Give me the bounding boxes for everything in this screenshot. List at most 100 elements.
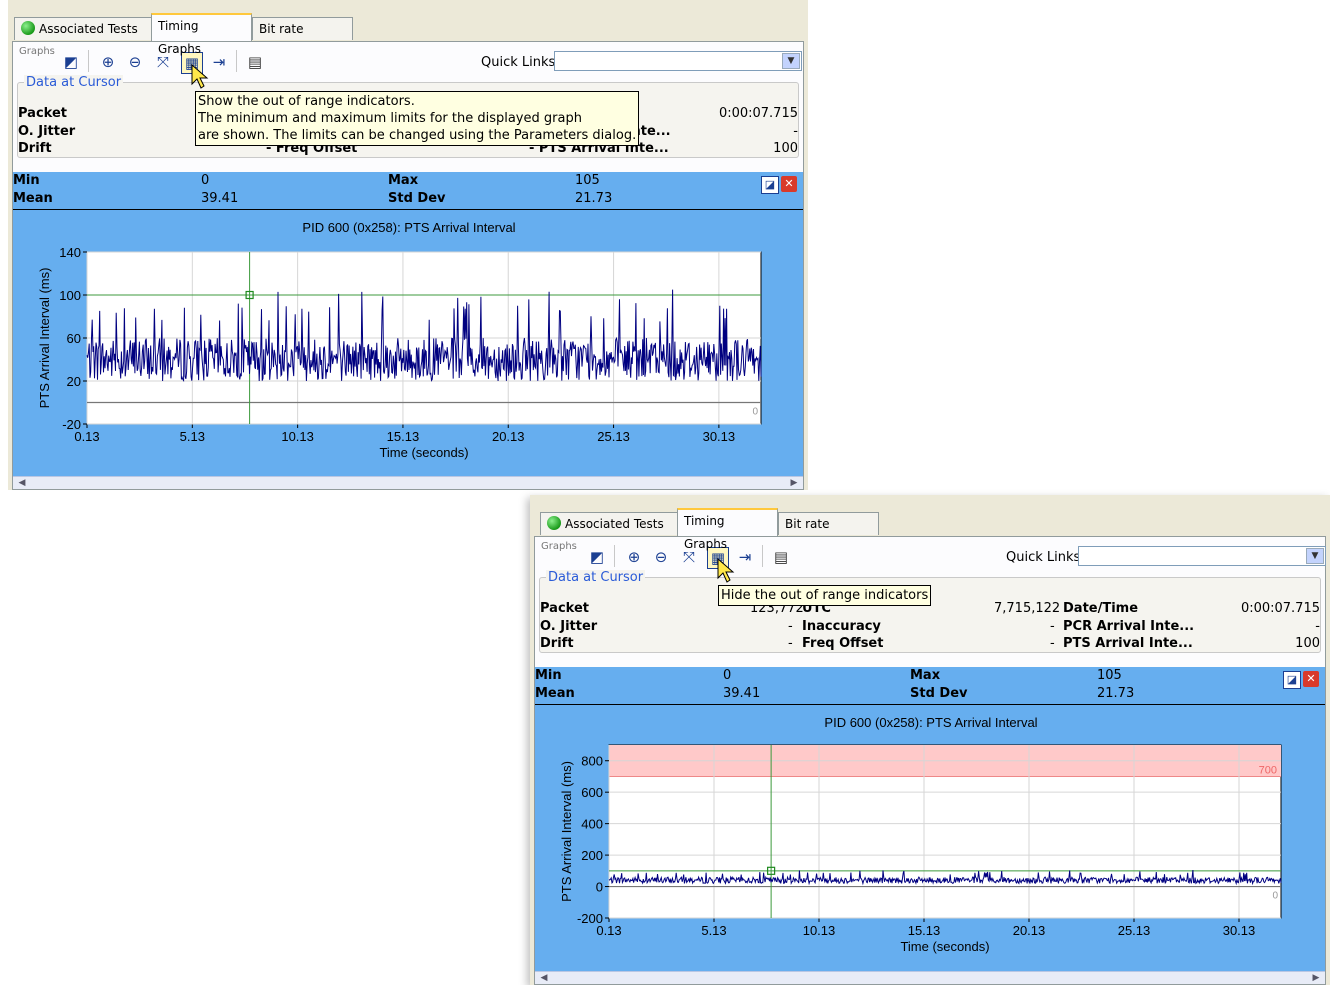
mean-value: 39.41 xyxy=(723,686,761,701)
min-value: 0 xyxy=(201,173,210,188)
zoom-in-icon[interactable]: ⊕ xyxy=(624,547,644,567)
utc-value: 7,715,122 xyxy=(994,601,1061,616)
graph-select-icon[interactable]: ◩ xyxy=(61,52,81,72)
graph-options-icon[interactable]: ◪ xyxy=(1283,671,1301,689)
export-icon[interactable]: ⇥ xyxy=(735,547,755,567)
y-tick-label: 600 xyxy=(581,785,603,800)
max-value: 105 xyxy=(1097,668,1122,683)
toolbar-divider xyxy=(614,545,615,567)
tooltip-hide-range: Hide the out of range indicators xyxy=(718,585,932,606)
tab-timing-graphs[interactable]: Timing Graphs xyxy=(151,13,252,56)
graph-area: PID 600 (0x258): PTS Arrival Interval 0.1… xyxy=(13,210,803,477)
chevron-down-icon[interactable]: ▼ xyxy=(782,53,800,69)
y-tick-label: 800 xyxy=(581,754,603,769)
freq-offset-label: Freq Offset xyxy=(802,636,884,651)
y-tick-label: -20 xyxy=(62,417,81,432)
graph-toolbar: Graphs ◩ ⊕ ⊖ ⤧ ▦ ⇥ ▤ Quick Links ▼ xyxy=(13,42,803,78)
upper-limit-label: 700 xyxy=(1259,764,1277,776)
tab-bar: Associated Tests Timing Graphs Bit rate … xyxy=(8,13,808,59)
close-graph-icon[interactable]: ✕ xyxy=(781,176,797,192)
tab-bar: Associated Tests Timing Graphs Bit rate … xyxy=(530,508,1330,554)
tab-bitrate-graphs[interactable]: Bit rate Graphs xyxy=(252,17,353,59)
std-dev-value: 21.73 xyxy=(1097,686,1135,701)
table-icon[interactable]: ▤ xyxy=(771,547,791,567)
mouse-cursor-icon xyxy=(717,558,735,583)
horizontal-scrollbar[interactable]: ◀ ▶ xyxy=(535,971,1325,984)
tab-timing-graphs[interactable]: Timing Graphs xyxy=(677,508,778,551)
x-tick-label: 20.13 xyxy=(1013,923,1046,938)
x-tick-label: 15.13 xyxy=(908,923,941,938)
max-label: Max xyxy=(388,173,419,188)
chevron-down-icon[interactable]: ▼ xyxy=(1306,548,1324,564)
freq-offset-value: - xyxy=(1050,636,1055,651)
y-tick-label: 140 xyxy=(59,245,81,260)
graphs-label: Graphs xyxy=(541,541,577,552)
y-tick-label: 20 xyxy=(67,374,81,389)
zoom-out-icon[interactable]: ⊖ xyxy=(125,52,145,72)
mean-value: 39.41 xyxy=(201,191,239,206)
pts-arrival-value: 100 xyxy=(773,141,798,156)
mouse-cursor-icon xyxy=(191,64,209,89)
o-jitter-label: O. Jitter xyxy=(18,124,76,139)
scroll-left-icon[interactable]: ◀ xyxy=(15,477,29,489)
max-value: 105 xyxy=(575,173,600,188)
x-tick-label: 25.13 xyxy=(597,429,630,444)
status-ok-icon xyxy=(21,21,35,35)
graph-area: PID 600 (0x258): PTS Arrival Interval 700… xyxy=(535,705,1325,972)
pts-arrival-value: 100 xyxy=(1295,636,1320,651)
max-label: Max xyxy=(910,668,941,683)
table-icon[interactable]: ▤ xyxy=(245,52,265,72)
timing-panel-top: Associated Tests Timing Graphs Bit rate … xyxy=(8,0,808,490)
stats-bar: Min 0 Max 105 Mean 39.41 Std Dev 21.73 ◪… xyxy=(13,172,803,210)
o-jitter-value: - xyxy=(788,619,793,634)
pts-arrival-label: PTS Arrival Inte... xyxy=(1063,636,1193,651)
pts-arrival-chart-with-limits: PID 600 (0x258): PTS Arrival Interval 700… xyxy=(559,715,1282,954)
toolbar-divider xyxy=(88,50,89,72)
scroll-right-icon[interactable]: ▶ xyxy=(1309,972,1323,984)
toolbar-divider xyxy=(236,50,237,72)
chart-title: PID 600 (0x258): PTS Arrival Interval xyxy=(824,715,1037,730)
y-tick-label: 200 xyxy=(581,848,603,863)
status-ok-icon xyxy=(547,516,561,530)
chart-title: PID 600 (0x258): PTS Arrival Interval xyxy=(302,220,515,235)
y-tick-label: 60 xyxy=(67,331,81,346)
x-tick-label: 10.13 xyxy=(281,429,314,444)
lower-limit-label: 0 xyxy=(1272,891,1278,902)
date-time-value: 0:00:07.715 xyxy=(1240,601,1320,616)
x-axis-label: Time (seconds) xyxy=(900,939,989,954)
toolbar-divider xyxy=(762,545,763,567)
quick-links-select[interactable]: ▼ xyxy=(1078,546,1326,566)
x-tick-label: 30.13 xyxy=(1223,923,1256,938)
mean-label: Mean xyxy=(535,686,575,701)
export-icon[interactable]: ⇥ xyxy=(209,52,229,72)
horizontal-scrollbar[interactable]: ◀ ▶ xyxy=(13,476,803,489)
x-tick-label: 5.13 xyxy=(701,923,726,938)
quick-links-select[interactable]: ▼ xyxy=(554,51,802,71)
graph-toolbar: Graphs ◩ ⊕ ⊖ ⤧ ▦ ⇥ ▤ Quick Links ▼ xyxy=(535,537,1326,573)
close-graph-icon[interactable]: ✕ xyxy=(1303,671,1319,687)
x-tick-label: 15.13 xyxy=(387,429,420,444)
x-axis-label: Time (seconds) xyxy=(379,445,468,460)
drift-value: - xyxy=(788,636,793,651)
tab-bitrate-graphs[interactable]: Bit rate Graphs xyxy=(778,512,879,554)
date-time-value: 0:00:07.715 xyxy=(718,106,798,121)
zoom-in-icon[interactable]: ⊕ xyxy=(98,52,118,72)
y-axis-label: PTS Arrival Interval (ms) xyxy=(559,761,574,902)
graphs-label: Graphs xyxy=(19,46,55,57)
data-at-cursor-title: Data at Cursor xyxy=(546,570,646,585)
x-tick-label: 10.13 xyxy=(803,923,836,938)
scroll-left-icon[interactable]: ◀ xyxy=(537,972,551,984)
graph-select-icon[interactable]: ◩ xyxy=(587,547,607,567)
x-tick-label: 30.13 xyxy=(703,429,736,444)
inaccuracy-label: Inaccuracy xyxy=(802,619,881,634)
tab-associated-tests[interactable]: Associated Tests xyxy=(14,17,152,40)
mean-label: Mean xyxy=(13,191,53,206)
scroll-right-icon[interactable]: ▶ xyxy=(787,477,801,489)
y-axis-label: PTS Arrival Interval (ms) xyxy=(37,268,52,409)
min-label: Min xyxy=(535,668,562,683)
zoom-out-icon[interactable]: ⊖ xyxy=(651,547,671,567)
graph-options-icon[interactable]: ◪ xyxy=(761,176,779,194)
tab-associated-tests[interactable]: Associated Tests xyxy=(540,512,678,535)
min-label: Min xyxy=(13,173,40,188)
quick-links-label: Quick Links xyxy=(1006,550,1081,565)
